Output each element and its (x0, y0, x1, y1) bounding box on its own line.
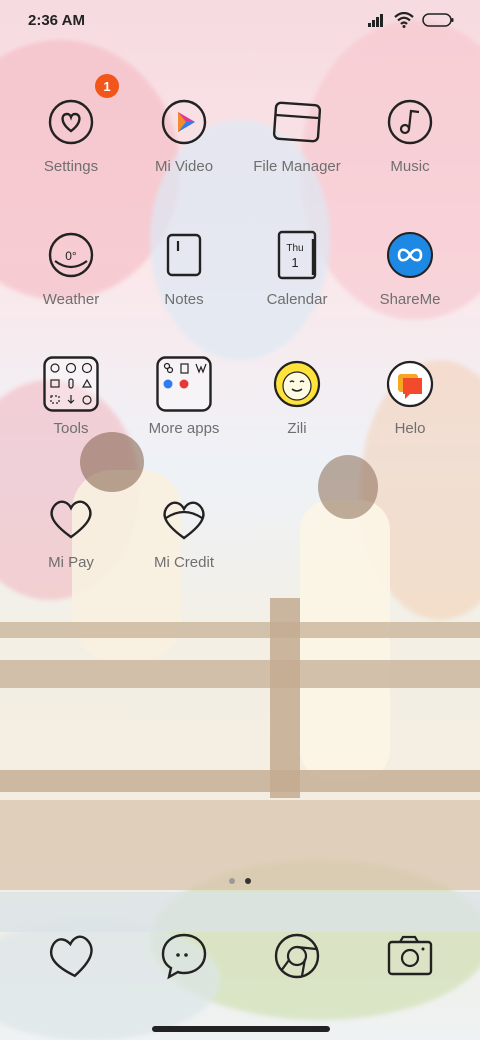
dock-messages[interactable] (156, 930, 212, 986)
weather-temp: 0° (65, 249, 77, 263)
app-file-manager[interactable]: File Manager (237, 94, 357, 175)
folder-more-apps[interactable]: More apps (124, 356, 244, 437)
app-label: Mi Video (154, 158, 214, 175)
zili-icon (269, 356, 325, 412)
app-label: Calendar (266, 291, 328, 308)
tools-folder-icon (43, 356, 99, 412)
app-label: Mi Pay (48, 554, 94, 571)
app-mi-credit[interactable]: Mi Credit (124, 490, 244, 571)
status-time: 2:36 AM (28, 12, 85, 29)
app-label: Mi Credit (153, 554, 214, 571)
battery-icon (422, 13, 454, 32)
status-bar: 2:36 AM (0, 0, 480, 44)
app-label: Tools (53, 420, 89, 437)
app-mi-video[interactable]: Mi Video (124, 94, 244, 175)
browser-icon (272, 931, 322, 986)
wifi-icon (394, 11, 414, 33)
dock (0, 930, 480, 986)
calendar-day: Thu (286, 243, 303, 254)
app-music[interactable]: Music (350, 94, 470, 175)
dock-phone[interactable] (44, 930, 100, 986)
phone-icon (45, 931, 99, 986)
app-zili[interactable]: Zili (237, 356, 357, 437)
home-indicator[interactable] (152, 1026, 330, 1032)
weather-icon: 0° (43, 227, 99, 283)
app-label: Settings (43, 158, 99, 175)
more-apps-folder-icon (156, 356, 212, 412)
mi-pay-icon (43, 490, 99, 546)
app-label: ShareMe (379, 291, 441, 308)
app-shareme[interactable]: ShareMe (350, 227, 470, 308)
app-helo[interactable]: Helo (350, 356, 470, 437)
app-mi-pay[interactable]: Mi Pay (11, 490, 131, 571)
notification-badge: 1 (95, 74, 119, 98)
app-weather[interactable]: 0° Weather (11, 227, 131, 308)
mi-credit-icon (156, 490, 212, 546)
page-dot-active[interactable] (245, 878, 251, 884)
app-calendar[interactable]: Thu 1 Calendar (237, 227, 357, 308)
page-indicator (0, 878, 480, 884)
app-label: Zili (287, 420, 307, 437)
music-icon (382, 94, 438, 150)
calendar-icon: Thu 1 (269, 227, 325, 283)
app-label: Music (390, 158, 430, 175)
page-dot[interactable] (229, 878, 235, 884)
shareme-icon (382, 227, 438, 283)
app-label: Notes (164, 291, 204, 308)
messages-icon (159, 931, 209, 986)
helo-icon (382, 356, 438, 412)
settings-icon: 1 (43, 74, 119, 150)
app-label: Weather (42, 291, 100, 308)
calendar-date: 1 (291, 255, 298, 270)
camera-icon (385, 934, 435, 983)
notes-icon (156, 227, 212, 283)
app-label: Helo (394, 420, 426, 437)
file-manager-icon (269, 94, 325, 150)
app-label: More apps (148, 420, 220, 437)
app-notes[interactable]: Notes (124, 227, 244, 308)
folder-tools[interactable]: Tools (11, 356, 131, 437)
dock-browser[interactable] (269, 930, 325, 986)
dock-camera[interactable] (382, 930, 438, 986)
app-label: File Manager (253, 158, 341, 175)
signal-icon (368, 13, 386, 32)
mi-video-icon (156, 94, 212, 150)
app-settings[interactable]: 1 Settings (11, 74, 131, 175)
